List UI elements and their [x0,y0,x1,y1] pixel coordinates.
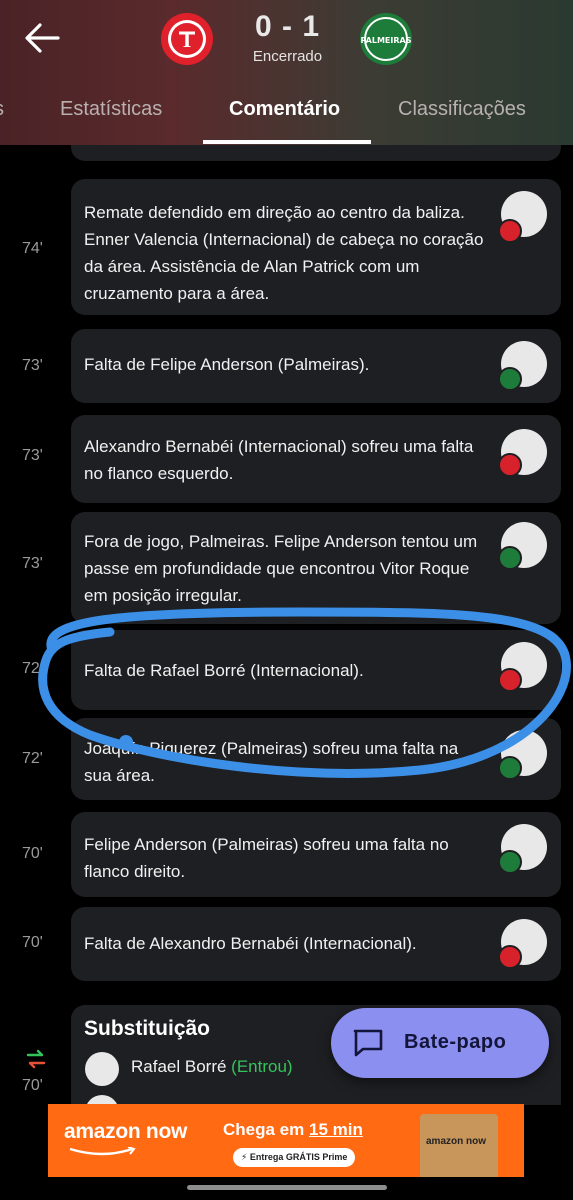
commentary-card: Falta de Alexandro Bernabéi (Internacion… [71,907,561,981]
substitution-player-in: Rafael Borré (Entrou) [131,1057,293,1077]
palmeiras-crest-icon[interactable]: PALMEIRAS [359,12,413,66]
internacional-badge-icon [498,668,522,692]
commentary-text: Alexandro Bernabéi (Internacional) sofre… [84,437,474,483]
ad-delivery-pill: ⚡ Entrega GRÁTIS Prime [233,1148,356,1167]
tab-standings[interactable]: Classificações [398,98,526,121]
commentary-card: Falta de Rafael Borré (Internacional). [71,630,561,710]
commentary-text: Falta de Rafael Borré (Internacional). [84,661,364,680]
event-minute: 70' [22,934,43,951]
internacional-badge-icon [498,453,522,477]
chat-button-label: Bate-papo [404,1031,507,1053]
commentary-text: Falta de Felipe Anderson (Palmeiras). [84,355,370,374]
tab-bar: s Estatísticas Comentário Classificações [0,90,573,145]
ad-headline-time: 15 min [308,1120,363,1139]
score: 0 - 1 [230,10,345,44]
entered-label: (Entrou) [231,1057,293,1076]
svg-text:PALMEIRAS: PALMEIRAS [361,36,412,45]
event-minute: 72' [22,750,43,767]
commentary-card: Felipe Anderson (Palmeiras) sofreu uma f… [71,812,561,897]
event-minute: 70' [22,845,43,862]
commentary-text: Joaquín Piquerez (Palmeiras) sofreu uma … [84,739,459,785]
back-button[interactable] [22,20,62,56]
substitution-title: Substituição [84,1017,211,1040]
commentary-card: Remate defendido em direção ao centro da… [71,179,561,315]
event-minute: 73' [22,447,43,464]
commentary-text: Felipe Anderson (Palmeiras) sofreu uma f… [84,835,449,881]
palmeiras-badge-icon [498,367,522,391]
svg-text:I: I [183,27,192,52]
event-minute: 74' [22,240,43,257]
commentary-card: Joaquín Piquerez (Palmeiras) sofreu uma … [71,718,561,800]
palmeiras-badge-icon [498,546,522,570]
commentary-text: Remate defendido em direção ao centro da… [84,203,484,303]
commentary-card: Fora de jogo, Palmeiras. Felipe Anderson… [71,512,561,624]
commentary-card: Alexandro Bernabéi (Internacional) sofre… [71,415,561,503]
chat-button[interactable]: Bate-papo [331,1008,549,1078]
ad-bag-image: amazon now [420,1114,498,1177]
internacional-badge-icon [498,219,522,243]
player-avatar [85,1052,119,1086]
internacional-crest-icon[interactable]: I [160,12,214,66]
commentary-text: Falta de Alexandro Bernabéi (Internacion… [84,934,417,953]
score-separator: - [282,10,293,43]
ad-headline-pre: Chega em [223,1120,309,1139]
palmeiras-badge-icon [498,850,522,874]
tab-statistics[interactable]: Estatísticas [60,98,162,121]
match-header: I 0 - 1 Encerrado PALMEIRAS s Estatístic… [0,0,573,145]
substitution-icon [26,1049,46,1069]
ad-brand: amazon now [64,1120,188,1143]
arrow-left-icon [25,23,60,53]
tab-previous[interactable]: s [0,98,4,121]
ad-headline: Chega em 15 min [223,1120,363,1140]
commentary-text: Fora de jogo, Palmeiras. Felipe Anderson… [84,532,478,605]
event-minute: 70' [22,1077,43,1094]
match-status: Encerrado [252,48,323,65]
commentary-card-partial [71,145,561,161]
active-tab-indicator [203,140,371,144]
commentary-card: Falta de Felipe Anderson (Palmeiras). [71,329,561,403]
score-home: 0 [254,10,273,43]
amazon-smile-icon [69,1147,136,1156]
palmeiras-badge-icon [498,756,522,780]
event-minute: 73' [22,555,43,572]
ad-bag-text: amazon now [426,1136,487,1147]
tab-commentary[interactable]: Comentário [229,98,340,121]
ad-banner[interactable]: amazon now Chega em 15 min ⚡ Entrega GRÁ… [48,1104,524,1177]
chat-bubble-icon [353,1029,383,1057]
score-away: 1 [302,10,321,43]
home-indicator[interactable] [187,1185,387,1190]
event-minute: 72' [22,660,43,677]
event-minute: 73' [22,357,43,374]
commentary-feed[interactable]: 74' Remate defendido em direção ao centr… [0,145,573,1105]
internacional-badge-icon [498,945,522,969]
player-name: Rafael Borré [131,1057,227,1076]
